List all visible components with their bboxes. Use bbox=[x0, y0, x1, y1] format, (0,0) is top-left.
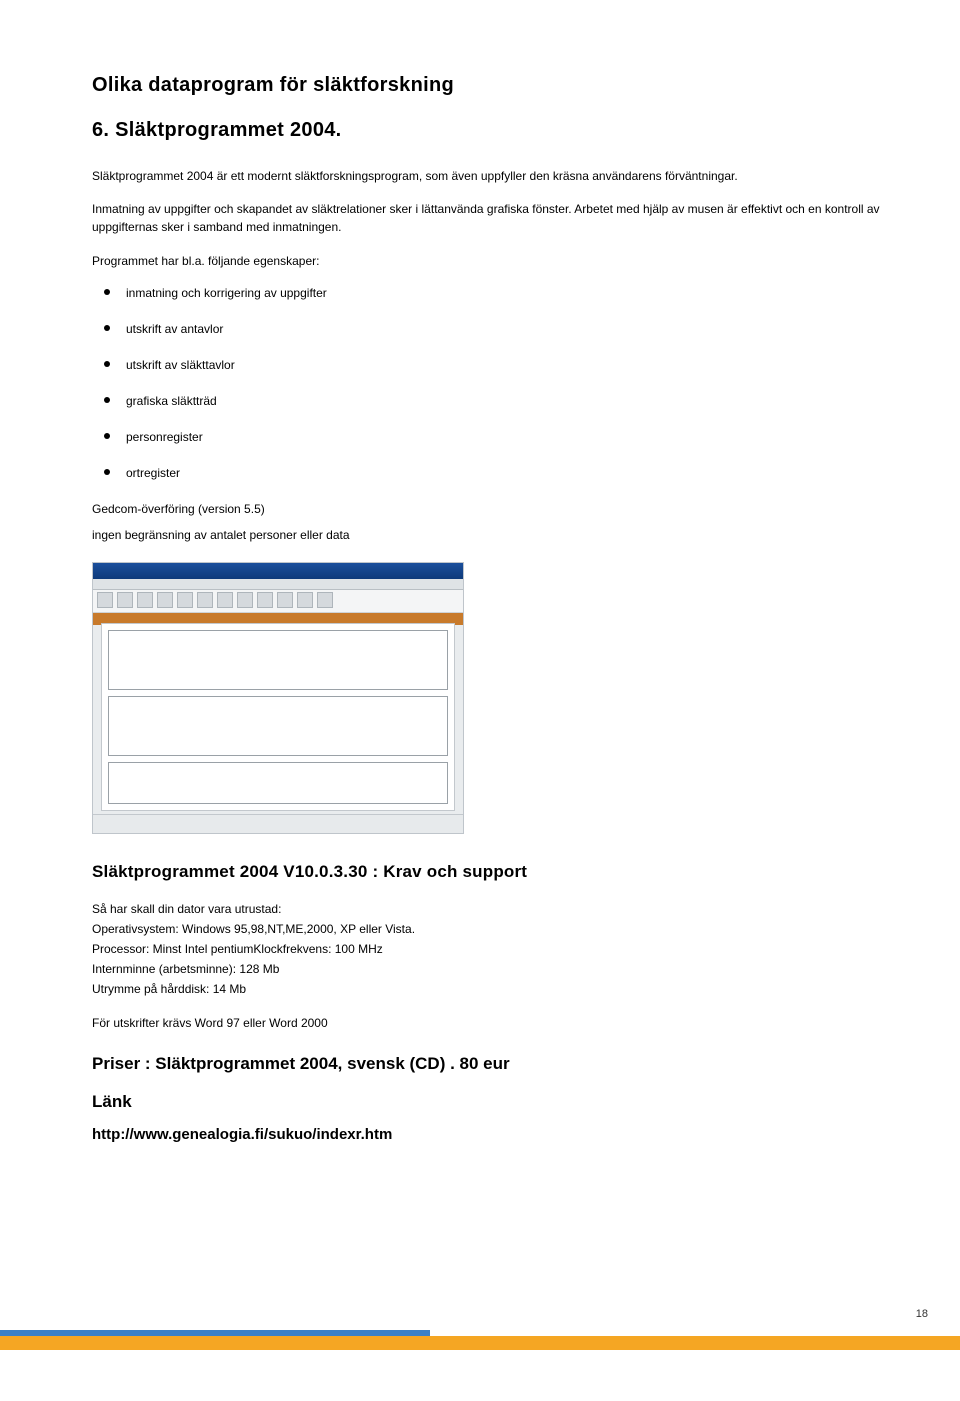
link-heading: Länk bbox=[92, 1092, 880, 1112]
section-title: 6. Släktprogrammet 2004. bbox=[92, 119, 880, 142]
screenshot-statusbar bbox=[93, 814, 463, 833]
feature-list: inmatning och korrigering av uppgifter u… bbox=[92, 284, 880, 482]
list-item: personregister bbox=[92, 428, 880, 446]
req-print: För utskrifter krävs Word 97 eller Word … bbox=[92, 1014, 880, 1032]
req-cpu: Processor: Minst Intel pentiumKlockfrekv… bbox=[92, 940, 880, 958]
list-item: inmatning och korrigering av uppgifter bbox=[92, 284, 880, 302]
intro-paragraph: Släktprogrammet 2004 är ett modernt släk… bbox=[92, 168, 880, 185]
req-ram: Internminne (arbetsminne): 128 Mb bbox=[92, 960, 880, 978]
list-item: utskrift av släkttavlor bbox=[92, 356, 880, 374]
link-url[interactable]: http://www.genealogia.fi/sukuo/indexr.ht… bbox=[92, 1126, 880, 1143]
req-os: Operativsystem: Windows 95,98,NT,ME,2000… bbox=[92, 920, 880, 938]
screenshot-toolbar bbox=[93, 590, 463, 613]
list-item: grafiska släktträd bbox=[92, 392, 880, 410]
list-item: ortregister bbox=[92, 464, 880, 482]
screenshot-menubar bbox=[93, 579, 463, 590]
screenshot-pane bbox=[101, 623, 455, 811]
page-number: 18 bbox=[916, 1308, 928, 1320]
footer-bar-orange bbox=[0, 1336, 960, 1350]
page-title: Olika dataprogram för släktforskning bbox=[92, 74, 880, 97]
body-paragraph: Inmatning av uppgifter och skapandet av … bbox=[92, 201, 880, 236]
screenshot-titlebar bbox=[93, 563, 463, 579]
after-features-1: Gedcom-överföring (version 5.5) bbox=[92, 500, 880, 518]
req-lead: Så har skall din dator vara utrustad: bbox=[92, 900, 880, 918]
document-page: Olika dataprogram för släktforskning 6. … bbox=[0, 0, 960, 1350]
price-line: Priser : Släktprogrammet 2004, svensk (C… bbox=[92, 1054, 880, 1074]
features-lead: Programmet har bl.a. följande egenskaper… bbox=[92, 252, 880, 270]
req-disk: Utrymme på hårddisk: 14 Mb bbox=[92, 980, 880, 998]
list-item: utskrift av antavlor bbox=[92, 320, 880, 338]
page-footer: 18 bbox=[0, 1316, 960, 1350]
after-features-2: ingen begränsning av antalet personer el… bbox=[92, 526, 880, 544]
screenshot-placeholder bbox=[92, 562, 464, 834]
requirements-title: Släktprogrammet 2004 V10.0.3.30 : Krav o… bbox=[92, 862, 880, 882]
